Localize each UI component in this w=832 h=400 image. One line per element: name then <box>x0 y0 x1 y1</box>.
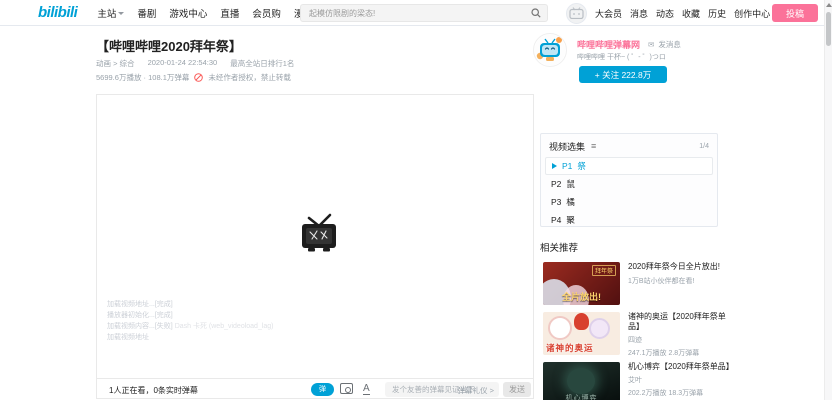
follow-button[interactable]: + 关注 222.8万 <box>579 66 667 83</box>
scroll-up-arrow-icon[interactable] <box>826 3 832 7</box>
uploader-name[interactable]: 哔哩哔哩弹幕网 <box>577 38 640 51</box>
playlist-item-p4[interactable]: P4 聚 <box>541 211 717 229</box>
related-title-2[interactable]: 诸神的奥运【2020拜年祭单品】 <box>628 312 733 332</box>
danmaku-send-button[interactable]: 发送 <box>503 382 531 397</box>
related-card-1[interactable]: 拜年祭 全片放出! 2020拜年祭今日全片放出! 1万B站小伙伴都在看! <box>543 262 733 305</box>
search-icon[interactable] <box>525 5 547 21</box>
related-uploader-2[interactable]: 四迹 <box>628 335 733 345</box>
nav-item-feed[interactable]: 动态 <box>656 7 674 20</box>
related-subtitle-1: 1万B站小伙伴都在看! <box>628 276 733 286</box>
scrollbar-thumb[interactable] <box>826 12 831 46</box>
nav-item-favorites[interactable]: 收藏 <box>682 7 700 20</box>
thumb-art <box>589 318 610 339</box>
nav-item-bangumi[interactable]: 番剧 <box>137 6 156 20</box>
log-line: 加载视频地址 <box>107 332 274 343</box>
video-stats-row: 5699.6万播放 · 108.1万弹幕 未经作者授权，禁止转载 <box>96 72 291 83</box>
nav-item-messages[interactable]: 消息 <box>630 7 648 20</box>
chevron-down-icon <box>118 12 124 15</box>
uploader-avatar[interactable] <box>533 33 567 67</box>
playlist-panel: 视频选集 ≡ 1/4 P1 祭 P2 鼠 P3 橘 P4 聚 <box>540 133 718 227</box>
send-message-link[interactable]: ✉ 发消息 <box>648 39 681 50</box>
playlist-title: 视频选集 <box>549 140 585 153</box>
video-title: 【哔哩哔哩2020拜年祭】 <box>96 36 242 55</box>
danmaku-settings-icon[interactable] <box>340 383 353 394</box>
video-player[interactable]: 加载视频地址...[完成] 播放器初始化...[完成] 加载视频内容...[失败… <box>96 94 534 378</box>
related-section-title: 相关推荐 <box>540 240 578 254</box>
related-thumbnail-2[interactable]: 诸神的奥运 <box>543 312 620 355</box>
no-reprint-icon <box>194 73 203 82</box>
danmaku-input-wrap: 弹幕礼仪 > <box>385 382 499 397</box>
thumb-art <box>567 368 595 394</box>
playlist-page-indicator: 1/4 <box>699 143 709 150</box>
related-thumbnail-3[interactable]: 机心博弈 <box>543 362 620 400</box>
bilibili-video-page: bilibili 主站 番剧 游戏中心 直播 会员购 漫画 赛事 下载APP <box>0 0 832 400</box>
breadcrumb[interactable]: 动画 > 综合 <box>96 58 135 69</box>
list-view-icon[interactable]: ≡ <box>591 142 596 151</box>
log-line: 加载视频内容...[失败] Dash 卡死 (web_videoload_lag… <box>107 321 274 332</box>
related-card-2[interactable]: 诸神的奥运 诸神的奥运【2020拜年祭单品】 四迹 247.1万播放 2.8万弹… <box>543 312 733 358</box>
search-box <box>300 4 548 22</box>
nav-item-game-center[interactable]: 游戏中心 <box>169 6 207 20</box>
uploader-signature: 哔哩哔哩 干杯~ ( ゜- ゜)つロ <box>577 52 666 62</box>
player-load-log: 加载视频地址...[完成] 播放器初始化...[完成] 加载视频内容...[失败… <box>107 299 274 343</box>
playlist-item-p3[interactable]: P3 橘 <box>541 193 717 211</box>
thumb-art <box>548 316 572 340</box>
publish-time: 2020-01-24 22:54:30 <box>148 58 218 69</box>
bilibili-logo[interactable]: bilibili <box>38 4 77 21</box>
broken-tv-icon <box>296 212 342 259</box>
nav-item-history[interactable]: 历史 <box>708 7 726 20</box>
watching-count: 1人正在看，0条实时弹幕 <box>109 385 198 396</box>
play-icon <box>552 163 557 169</box>
nav-item-live[interactable]: 直播 <box>220 6 239 20</box>
danmaku-toolbar: 1人正在看，0条实时弹幕 弹 A 弹幕礼仪 > 发送 <box>96 378 534 399</box>
user-area: 大会员 消息 动态 收藏 历史 创作中心 <box>566 2 770 24</box>
related-title-1[interactable]: 2020拜年祭今日全片放出! <box>628 262 733 272</box>
user-avatar[interactable] <box>566 3 587 24</box>
related-thumbnail-1[interactable]: 拜年祭 全片放出! <box>543 262 620 305</box>
danmaku-style-icon[interactable]: A <box>363 383 370 395</box>
thumb-badge-text: 拜年祭 <box>592 265 616 276</box>
rank-text: 最高全站日排行1名 <box>230 58 294 69</box>
playlist-header: 视频选集 ≡ 1/4 <box>541 134 717 157</box>
danmaku-toggle[interactable]: 弹 <box>311 383 334 396</box>
log-line: 播放器初始化...[完成] <box>107 310 274 321</box>
playlist-item-p1[interactable]: P1 祭 <box>545 157 713 175</box>
copyright-text: 未经作者授权，禁止转载 <box>208 72 291 83</box>
search-input[interactable] <box>301 9 525 18</box>
thumb-art <box>574 313 589 330</box>
thumb-caption-text: 全片放出! <box>543 290 620 303</box>
related-card-3[interactable]: 机心博弈 机心博弈【2020拜年祭单品】 艾叶 202.2万播放 18.3万弹幕 <box>543 362 733 400</box>
video-meta-row: 动画 > 综合 2020-01-24 22:54:30 最高全站日排行1名 <box>96 58 294 69</box>
related-stats-3: 202.2万播放 18.3万弹幕 <box>628 388 733 398</box>
top-navbar: bilibili 主站 番剧 游戏中心 直播 会员购 漫画 赛事 下载APP <box>0 0 832 26</box>
thumb-caption-text: 诸神的奥运 <box>546 342 594 354</box>
upload-button[interactable]: 投稿 <box>772 4 818 22</box>
nav-item-shop[interactable]: 会员购 <box>252 6 281 20</box>
thumb-caption-text: 机心博弈 <box>543 393 620 400</box>
nav-item-vip[interactable]: 大会员 <box>595 7 622 20</box>
page-scrollbar <box>824 0 832 400</box>
play-danmaku-stats: 5699.6万播放 · 108.1万弹幕 <box>96 72 189 83</box>
envelope-icon: ✉ <box>648 40 654 49</box>
nav-item-creator-center[interactable]: 创作中心 <box>734 7 770 20</box>
log-line: 加载视频地址...[完成] <box>107 299 274 310</box>
related-title-3[interactable]: 机心博弈【2020拜年祭单品】 <box>628 362 733 372</box>
danmaku-etiquette-link[interactable]: 弹幕礼仪 > <box>458 385 494 396</box>
related-stats-2: 247.1万播放 2.8万弹幕 <box>628 348 733 358</box>
related-uploader-3[interactable]: 艾叶 <box>628 375 733 385</box>
playlist-item-p2[interactable]: P2 鼠 <box>541 175 717 193</box>
nav-item-home[interactable]: 主站 <box>97 6 124 20</box>
